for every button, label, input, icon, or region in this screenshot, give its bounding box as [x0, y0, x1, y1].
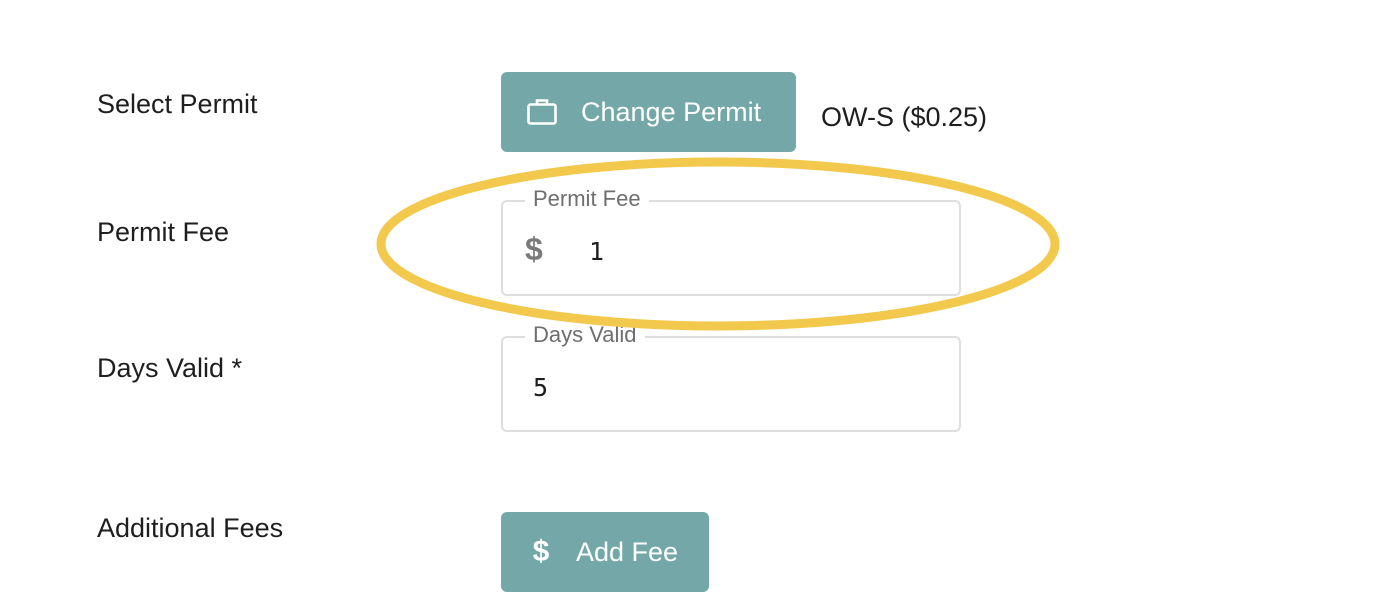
permit-form: Select Permit Change Permit OW-S ($0.25)… [0, 0, 1396, 612]
permit-fee-field[interactable]: Permit Fee $ 1 [501, 185, 961, 296]
add-fee-button[interactable]: $ Add Fee [501, 512, 709, 592]
permit-fee-input[interactable]: 1 [589, 237, 604, 267]
days-valid-field[interactable]: Days Valid 5 [501, 321, 961, 432]
days-valid-legend: Days Valid [525, 321, 645, 349]
selected-permit-value: OW-S ($0.25) [821, 102, 988, 132]
change-permit-label: Change Permit [581, 97, 762, 127]
days-valid-input[interactable]: 5 [533, 373, 548, 403]
add-fee-label: Add Fee [576, 537, 679, 567]
dollar-icon: $ [532, 535, 550, 568]
select-permit-label: Select Permit [97, 89, 258, 119]
permit-fee-label: Permit Fee [97, 217, 230, 247]
briefcase-icon [526, 96, 558, 128]
dollar-prefix-icon: $ [525, 231, 543, 267]
permit-fee-legend: Permit Fee [525, 185, 649, 213]
additional-fees-label: Additional Fees [97, 513, 284, 543]
change-permit-button[interactable]: Change Permit [501, 72, 796, 152]
days-valid-label: Days Valid * [97, 353, 243, 383]
